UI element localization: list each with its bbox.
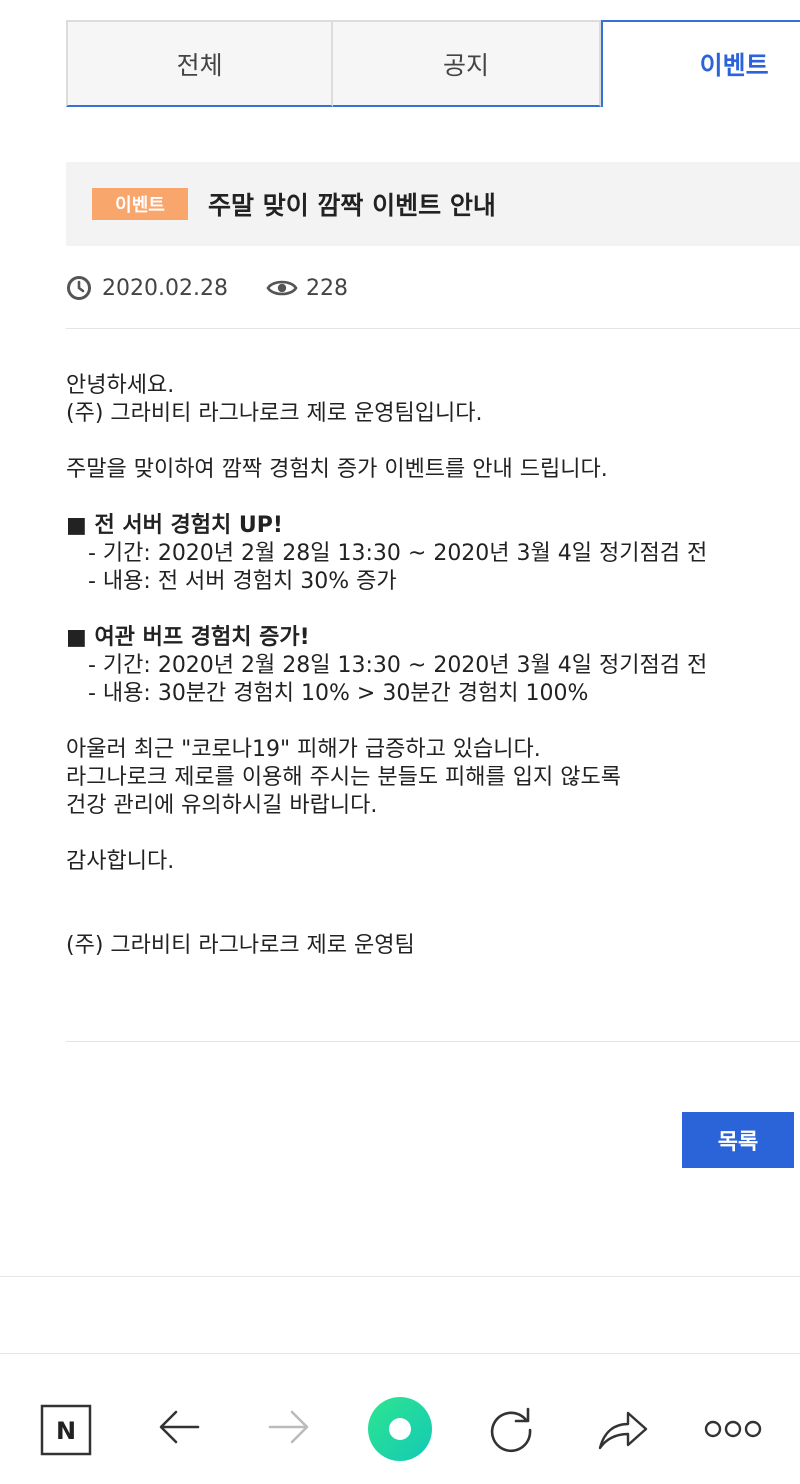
naver-letter: N: [56, 1417, 76, 1445]
post-meta: 2020.02.28 228: [66, 272, 348, 304]
body-line: 아울러 최근 "코로나19" 피해가 급증하고 있습니다.: [66, 737, 541, 762]
body-line: 건강 관리에 유의하시길 바랍니다.: [66, 793, 378, 818]
divider: [66, 1041, 800, 1042]
body-line: - 기간: 2020년 2월 28일 13:30 ~ 2020년 3월 4일 정…: [88, 653, 708, 678]
tab-event[interactable]: 이벤트: [600, 20, 800, 107]
naver-home-icon[interactable]: N: [40, 1404, 92, 1456]
body-line: (주) 그라비티 라그나로크 제로 운영팀입니다.: [66, 401, 483, 426]
post-title-box: 이벤트 주말 맞이 깜짝 이벤트 안내: [66, 162, 800, 246]
body-line: 주말을 맞이하여 깜짝 경험치 증가 이벤트를 안내 드립니다.: [66, 457, 608, 482]
body-line: - 내용: 30분간 경험치 10% > 30분간 경험치 100%: [88, 681, 589, 706]
browser-bottom-bar: N: [0, 1354, 800, 1484]
list-button[interactable]: 목록: [682, 1112, 794, 1168]
post-date: 2020.02.28: [102, 275, 228, 301]
body-line: 라그나로크 제로를 이용해 주시는 분들도 피해를 입지 않도록: [66, 765, 621, 790]
view-count: 228: [305, 275, 348, 301]
tab-label: 이벤트: [699, 51, 769, 80]
eye-icon: [266, 277, 298, 299]
forward-arrow-icon[interactable]: [266, 1404, 312, 1450]
tab-label: 공지: [442, 50, 489, 80]
refresh-icon[interactable]: [486, 1404, 536, 1454]
post-title: 주말 맞이 깜짝 이벤트 안내: [208, 191, 496, 220]
category-badge: 이벤트: [92, 188, 188, 220]
more-icon[interactable]: [704, 1414, 762, 1444]
body-line: 감사합니다.: [66, 849, 175, 874]
divider: [0, 1276, 800, 1277]
body-line: (주) 그라비티 라그나로크 제로 운영팀: [66, 933, 415, 958]
body-line: - 내용: 전 서버 경험치 30% 증가: [88, 569, 397, 594]
body-line: - 기간: 2020년 2월 28일 13:30 ~ 2020년 3월 4일 정…: [88, 541, 708, 566]
clock-icon: [66, 275, 92, 301]
tab-notice[interactable]: 공지: [333, 20, 601, 107]
share-icon[interactable]: [596, 1404, 650, 1454]
tab-all[interactable]: 전체: [66, 20, 334, 107]
tab-label: 전체: [176, 50, 223, 80]
divider: [66, 328, 800, 329]
section-heading: ■ 전 서버 경험치 UP!: [66, 513, 283, 538]
body-line: 안녕하세요.: [66, 373, 175, 398]
green-home-icon[interactable]: [367, 1396, 433, 1462]
section-heading: ■ 여관 버프 경험치 증가!: [66, 625, 310, 650]
post-body: 안녕하세요. (주) 그라비티 라그나로크 제로 운영팀입니다. 주말을 맞이하…: [66, 372, 796, 960]
back-arrow-icon[interactable]: [156, 1404, 202, 1450]
board-tabs: 전체 공지 이벤트: [66, 20, 800, 107]
